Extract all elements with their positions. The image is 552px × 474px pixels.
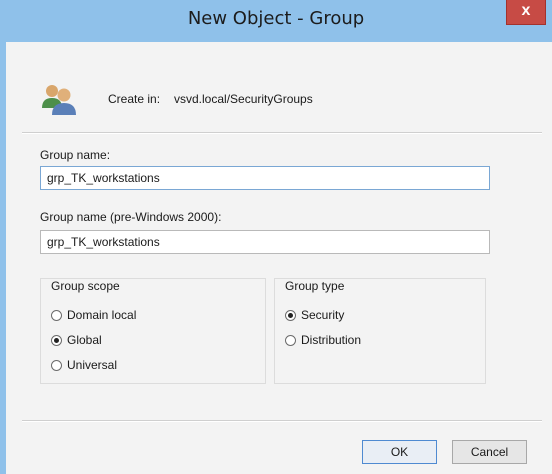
radio-label: Universal <box>67 358 118 372</box>
group-name-input[interactable]: grp_TK_workstations <box>40 166 490 190</box>
scope-universal-option[interactable]: Universal <box>51 357 117 373</box>
radio-label: Global <box>67 333 102 347</box>
cancel-button[interactable]: Cancel <box>452 440 527 464</box>
ok-button[interactable]: OK <box>362 440 437 464</box>
group-type-title: Group type <box>285 279 345 293</box>
footer-separator <box>22 420 542 422</box>
dialog-window: New Object - Group x Create in: vsvd.loc… <box>0 0 552 474</box>
window-title: New Object - Group <box>187 8 365 29</box>
radio-label: Distribution <box>301 333 362 347</box>
group-name-label: Group name: <box>40 148 111 162</box>
radio-button-selected[interactable] <box>51 334 62 346</box>
scope-global-option[interactable]: Global <box>51 332 102 348</box>
radio-button[interactable] <box>285 334 296 346</box>
title-bar[interactable]: New Object - Group x <box>0 0 552 42</box>
create-in-path: vsvd.local/SecurityGroups <box>174 92 313 106</box>
group-type-box: Group type Security Distribution <box>274 278 486 384</box>
group-name-pre2000-input[interactable]: grp_TK_workstations <box>40 230 490 254</box>
group-name-pre2000-label: Group name (pre-Windows 2000): <box>40 210 222 224</box>
radio-button[interactable] <box>51 309 62 321</box>
radio-button-selected[interactable] <box>285 309 296 321</box>
close-button[interactable]: x <box>506 0 546 25</box>
dialog-body: Create in: vsvd.local/SecurityGroups Gro… <box>6 42 552 474</box>
header-separator <box>22 132 542 134</box>
type-distribution-option[interactable]: Distribution <box>285 332 361 348</box>
radio-button[interactable] <box>51 359 62 371</box>
close-icon: x <box>521 2 531 19</box>
group-scope-box: Group scope Domain local Global Universa… <box>40 278 266 384</box>
radio-label: Domain local <box>67 308 137 322</box>
radio-label: Security <box>301 308 345 322</box>
group-scope-title: Group scope <box>51 279 120 293</box>
create-in-label: Create in: <box>108 92 161 106</box>
group-users-icon <box>42 85 76 115</box>
scope-domain-local-option[interactable]: Domain local <box>51 307 136 323</box>
type-security-option[interactable]: Security <box>285 307 344 323</box>
